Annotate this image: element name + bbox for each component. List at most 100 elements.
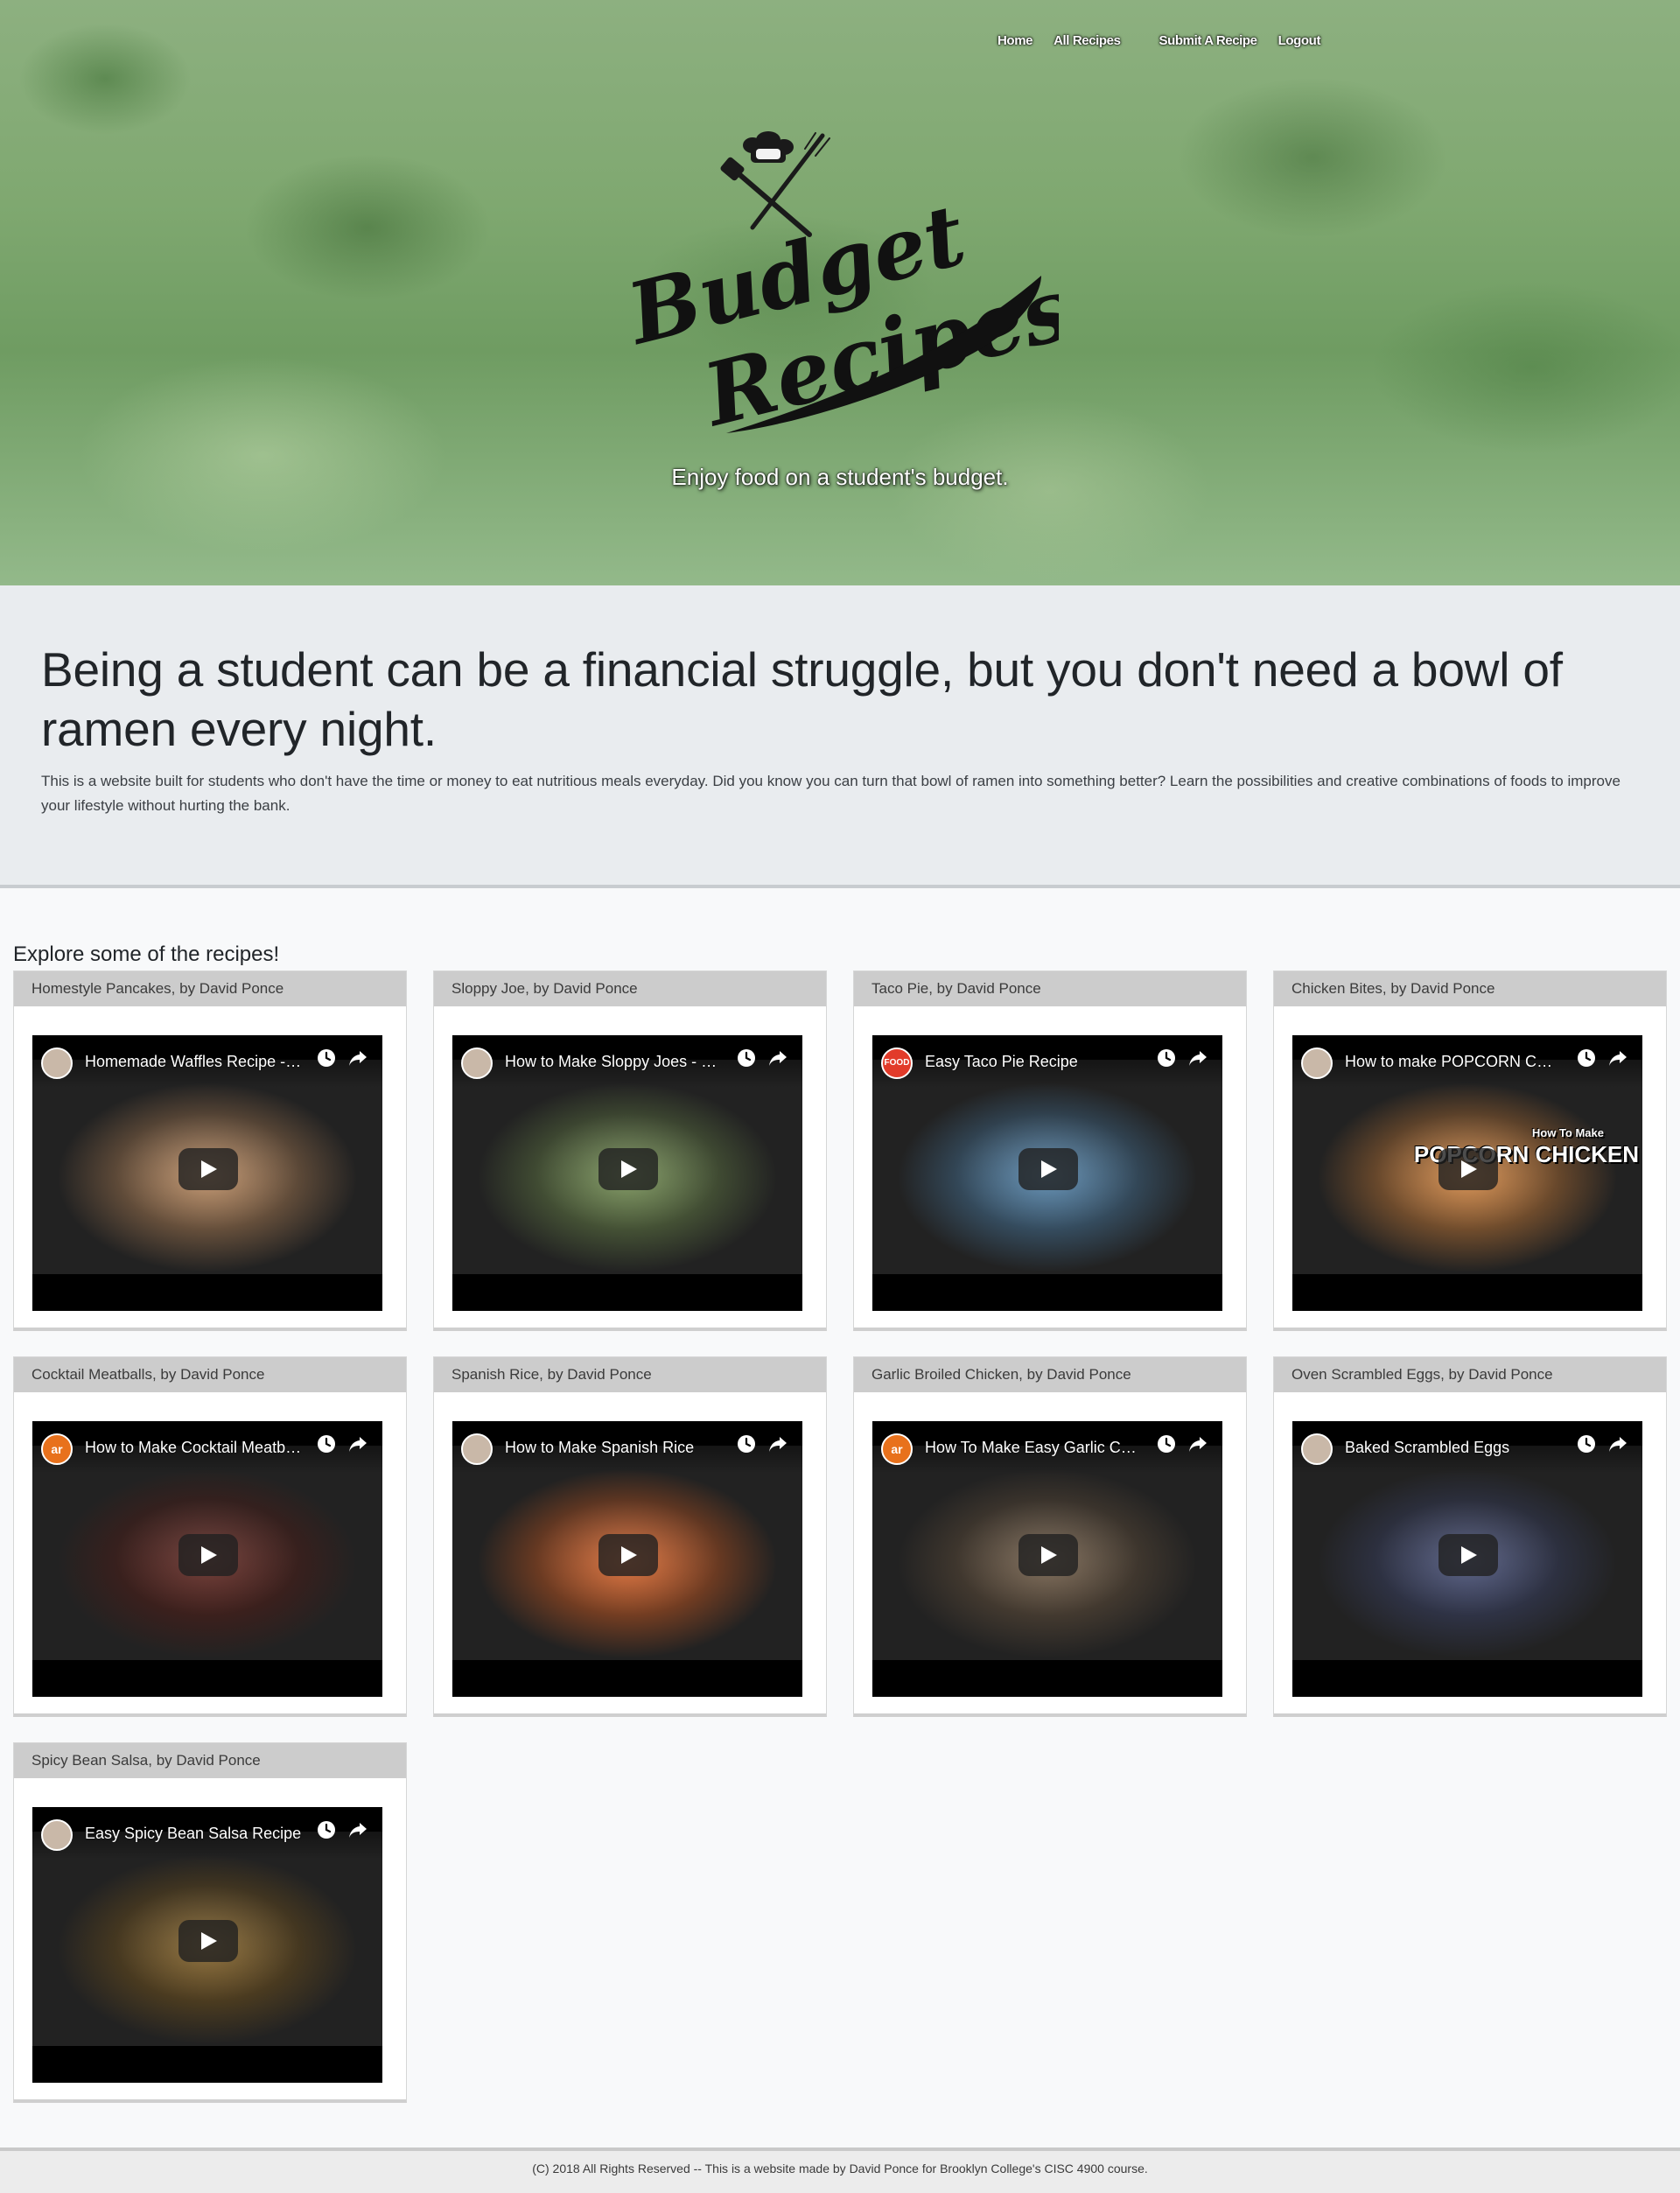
youtube-video-embed[interactable]: ar How to Make Cocktail Meatba... [32, 1421, 382, 1697]
play-icon [201, 1932, 217, 1950]
watch-later-icon[interactable] [1156, 1433, 1177, 1454]
recipe-card: Homestyle Pancakes, by David Ponce Homem… [13, 970, 407, 1331]
play-icon [621, 1160, 637, 1178]
video-title-link[interactable]: Easy Taco Pie Recipe [925, 1053, 1144, 1071]
video-title-link[interactable]: How to Make Sloppy Joes - Fo... [505, 1053, 724, 1071]
video-title-link[interactable]: How to make POPCORN CHIC... [1345, 1053, 1564, 1071]
play-icon [1041, 1160, 1057, 1178]
recipe-card-body: ar How to Make Cocktail Meatba... [14, 1392, 406, 1713]
channel-avatar-icon[interactable] [1301, 1433, 1333, 1465]
play-icon [1461, 1160, 1477, 1178]
play-button[interactable] [178, 1920, 238, 1962]
channel-avatar-icon[interactable] [41, 1819, 73, 1851]
share-icon[interactable] [347, 1819, 368, 1840]
watch-later-icon[interactable] [736, 1433, 757, 1454]
share-icon[interactable] [767, 1047, 788, 1068]
recipe-card: Chicken Bites, by David Ponce How to mak… [1273, 970, 1667, 1331]
recipe-card: Cocktail Meatballs, by David Ponce ar Ho… [13, 1356, 407, 1717]
video-title-link[interactable]: How to Make Cocktail Meatba... [85, 1439, 304, 1457]
watch-later-icon[interactable] [1156, 1047, 1177, 1068]
recipe-card-title: Spicy Bean Salsa, by David Ponce [14, 1743, 406, 1778]
intro-jumbotron: Being a student can be a financial strug… [0, 585, 1680, 888]
share-icon[interactable] [347, 1047, 368, 1068]
play-button[interactable] [1438, 1534, 1498, 1576]
recipe-card-body: How to Make Sloppy Joes - Fo... [434, 1006, 826, 1328]
watch-later-icon[interactable] [316, 1819, 337, 1840]
recipe-card-title: Chicken Bites, by David Ponce [1274, 971, 1666, 1006]
watch-later-icon[interactable] [316, 1433, 337, 1454]
channel-avatar-icon[interactable]: FOOD [881, 1047, 913, 1079]
video-title-link[interactable]: Homemade Waffles Recipe - L... [85, 1053, 304, 1071]
top-nav: Home All Recipes Submit A Recipe Logout [998, 33, 1341, 48]
youtube-video-embed[interactable]: FOOD Easy Taco Pie Recipe [872, 1035, 1222, 1311]
play-button[interactable] [598, 1148, 658, 1190]
recipe-card: Garlic Broiled Chicken, by David Ponce a… [853, 1356, 1247, 1717]
video-title-link[interactable]: Baked Scrambled Eggs [1345, 1439, 1564, 1457]
play-button[interactable] [178, 1148, 238, 1190]
chef-hat-icon [743, 131, 794, 163]
page-footer: (C) 2018 All Rights Reserved -- This is … [0, 2147, 1680, 2193]
channel-avatar-icon[interactable] [41, 1047, 73, 1079]
hero-tagline: Enjoy food on a student's budget. [671, 464, 1009, 490]
play-button[interactable] [1018, 1534, 1078, 1576]
play-icon [621, 1546, 637, 1564]
recipe-card-title: Sloppy Joe, by David Ponce [434, 971, 826, 1006]
play-icon [201, 1546, 217, 1564]
recipe-card-title: Homestyle Pancakes, by David Ponce [14, 971, 406, 1006]
video-title-link[interactable]: How To Make Easy Garlic Chi... [925, 1439, 1144, 1457]
play-icon [1461, 1546, 1477, 1564]
recipe-card-title: Oven Scrambled Eggs, by David Ponce [1274, 1357, 1666, 1392]
youtube-video-embed[interactable]: Baked Scrambled Eggs [1292, 1421, 1642, 1697]
watch-later-icon[interactable] [1576, 1047, 1597, 1068]
play-button[interactable] [1438, 1148, 1498, 1190]
intro-heading: Being a student can be a financial strug… [41, 642, 1563, 756]
channel-avatar-icon[interactable] [461, 1047, 493, 1079]
share-icon[interactable] [1607, 1433, 1628, 1454]
nav-home-link[interactable]: Home [998, 33, 1032, 48]
video-title-link[interactable]: Easy Spicy Bean Salsa Recipe [85, 1825, 304, 1843]
recipe-card: Spicy Bean Salsa, by David Ponce Easy Sp… [13, 1742, 407, 2103]
play-button[interactable] [598, 1534, 658, 1576]
recipe-card-title: Taco Pie, by David Ponce [854, 971, 1246, 1006]
youtube-video-embed[interactable]: Homemade Waffles Recipe - L... [32, 1035, 382, 1311]
play-button[interactable] [1018, 1148, 1078, 1190]
recipe-card: Oven Scrambled Eggs, by David Ponce Bake… [1273, 1356, 1667, 1717]
youtube-video-embed[interactable]: ar How To Make Easy Garlic Chi... [872, 1421, 1222, 1697]
channel-avatar-icon[interactable] [461, 1433, 493, 1465]
youtube-video-embed[interactable]: Easy Spicy Bean Salsa Recipe [32, 1807, 382, 2083]
channel-avatar-icon[interactable]: ar [881, 1433, 913, 1465]
recipe-card-title: Spanish Rice, by David Ponce [434, 1357, 826, 1392]
share-icon[interactable] [1187, 1433, 1208, 1454]
recipes-section: Explore some of the recipes! Homestyle P… [0, 888, 1680, 2141]
recipe-card-body: FOOD Easy Taco Pie Recipe [854, 1006, 1246, 1328]
watch-later-icon[interactable] [736, 1047, 757, 1068]
watch-later-icon[interactable] [1576, 1433, 1597, 1454]
youtube-video-embed[interactable]: How to make POPCORN CHIC... How To Make … [1292, 1035, 1642, 1311]
nav-logout-link[interactable]: Logout [1278, 33, 1321, 48]
nav-all-recipes-link[interactable]: All Recipes [1054, 33, 1121, 48]
share-icon[interactable] [767, 1433, 788, 1454]
hero-banner: Home All Recipes Submit A Recipe Logout … [0, 0, 1680, 585]
share-icon[interactable] [347, 1433, 368, 1454]
recipe-card: Spanish Rice, by David Ponce How to Make… [433, 1356, 827, 1717]
watch-later-icon[interactable] [316, 1047, 337, 1068]
nav-submit-recipe-link[interactable]: Submit A Recipe [1159, 33, 1257, 48]
recipe-card-body: How to Make Spanish Rice [434, 1392, 826, 1713]
recipe-card-body: Easy Spicy Bean Salsa Recipe [14, 1778, 406, 2099]
youtube-video-embed[interactable]: How to Make Sloppy Joes - Fo... [452, 1035, 802, 1311]
recipe-card-body: How to make POPCORN CHIC... How To Make … [1274, 1006, 1666, 1328]
play-button[interactable] [178, 1534, 238, 1576]
youtube-video-embed[interactable]: How to Make Spanish Rice [452, 1421, 802, 1697]
intro-paragraph: This is a website built for students who… [41, 773, 1620, 814]
recipe-card-body: Baked Scrambled Eggs [1274, 1392, 1666, 1713]
budget-recipes-logo: Budget Recipes [630, 131, 1059, 446]
share-icon[interactable] [1607, 1047, 1628, 1068]
channel-avatar-icon[interactable] [1301, 1047, 1333, 1079]
recipe-card-body: ar How To Make Easy Garlic Chi... [854, 1392, 1246, 1713]
footer-text: (C) 2018 All Rights Reserved -- This is … [532, 2161, 1148, 2175]
share-icon[interactable] [1187, 1047, 1208, 1068]
recipe-card-title: Cocktail Meatballs, by David Ponce [14, 1357, 406, 1392]
channel-avatar-icon[interactable]: ar [41, 1433, 73, 1465]
recipe-card: Sloppy Joe, by David Ponce How to Make S… [433, 970, 827, 1331]
video-title-link[interactable]: How to Make Spanish Rice [505, 1439, 724, 1457]
